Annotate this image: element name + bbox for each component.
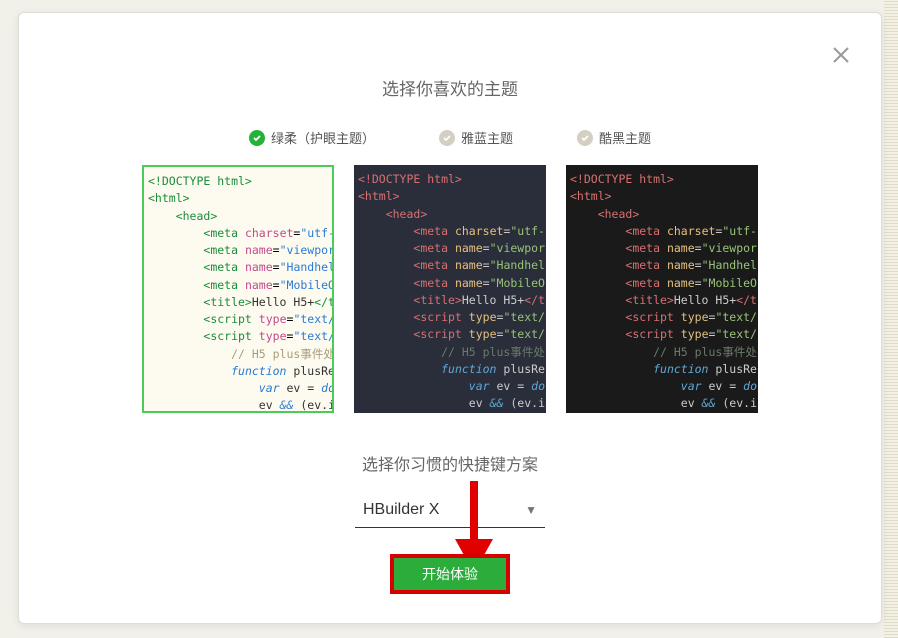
theme-label: 酷黑主题 <box>599 128 651 147</box>
theme-selection-modal: 选择你喜欢的主题 绿柔（护眼主题） 雅蓝主题 酷黑主题 <!DOCTYPE ht… <box>18 12 882 624</box>
theme-option-green[interactable]: 绿柔（护眼主题） <box>249 128 375 147</box>
theme-options-row: 绿柔（护眼主题） 雅蓝主题 酷黑主题 <box>19 128 881 147</box>
keymap-select-wrap: HBuilder X ▼ <box>19 497 881 528</box>
theme-previews-row: <!DOCTYPE html> <html> <head> <meta char… <box>19 165 881 413</box>
chevron-down-icon: ▼ <box>525 503 537 517</box>
theme-preview-blue[interactable]: <!DOCTYPE html> <html> <head> <meta char… <box>354 165 546 413</box>
close-button[interactable] <box>831 45 851 65</box>
keymap-select[interactable]: HBuilder X ▼ <box>355 497 545 528</box>
theme-label: 绿柔（护眼主题） <box>271 128 375 147</box>
theme-preview-green[interactable]: <!DOCTYPE html> <html> <head> <meta char… <box>142 165 334 413</box>
close-icon <box>831 45 851 65</box>
keymap-subtitle: 选择你习惯的快捷键方案 <box>19 451 881 475</box>
check-icon <box>439 130 455 146</box>
theme-preview-black[interactable]: <!DOCTYPE html> <html> <head> <meta char… <box>566 165 758 413</box>
theme-option-blue[interactable]: 雅蓝主题 <box>439 128 513 147</box>
modal-title: 选择你喜欢的主题 <box>19 75 881 100</box>
start-button[interactable]: 开始体验 <box>390 554 510 594</box>
check-icon <box>249 130 265 146</box>
minimap <box>884 0 898 638</box>
theme-label: 雅蓝主题 <box>461 128 513 147</box>
theme-option-black[interactable]: 酷黑主题 <box>577 128 651 147</box>
keymap-select-value: HBuilder X <box>363 501 439 519</box>
check-icon <box>577 130 593 146</box>
